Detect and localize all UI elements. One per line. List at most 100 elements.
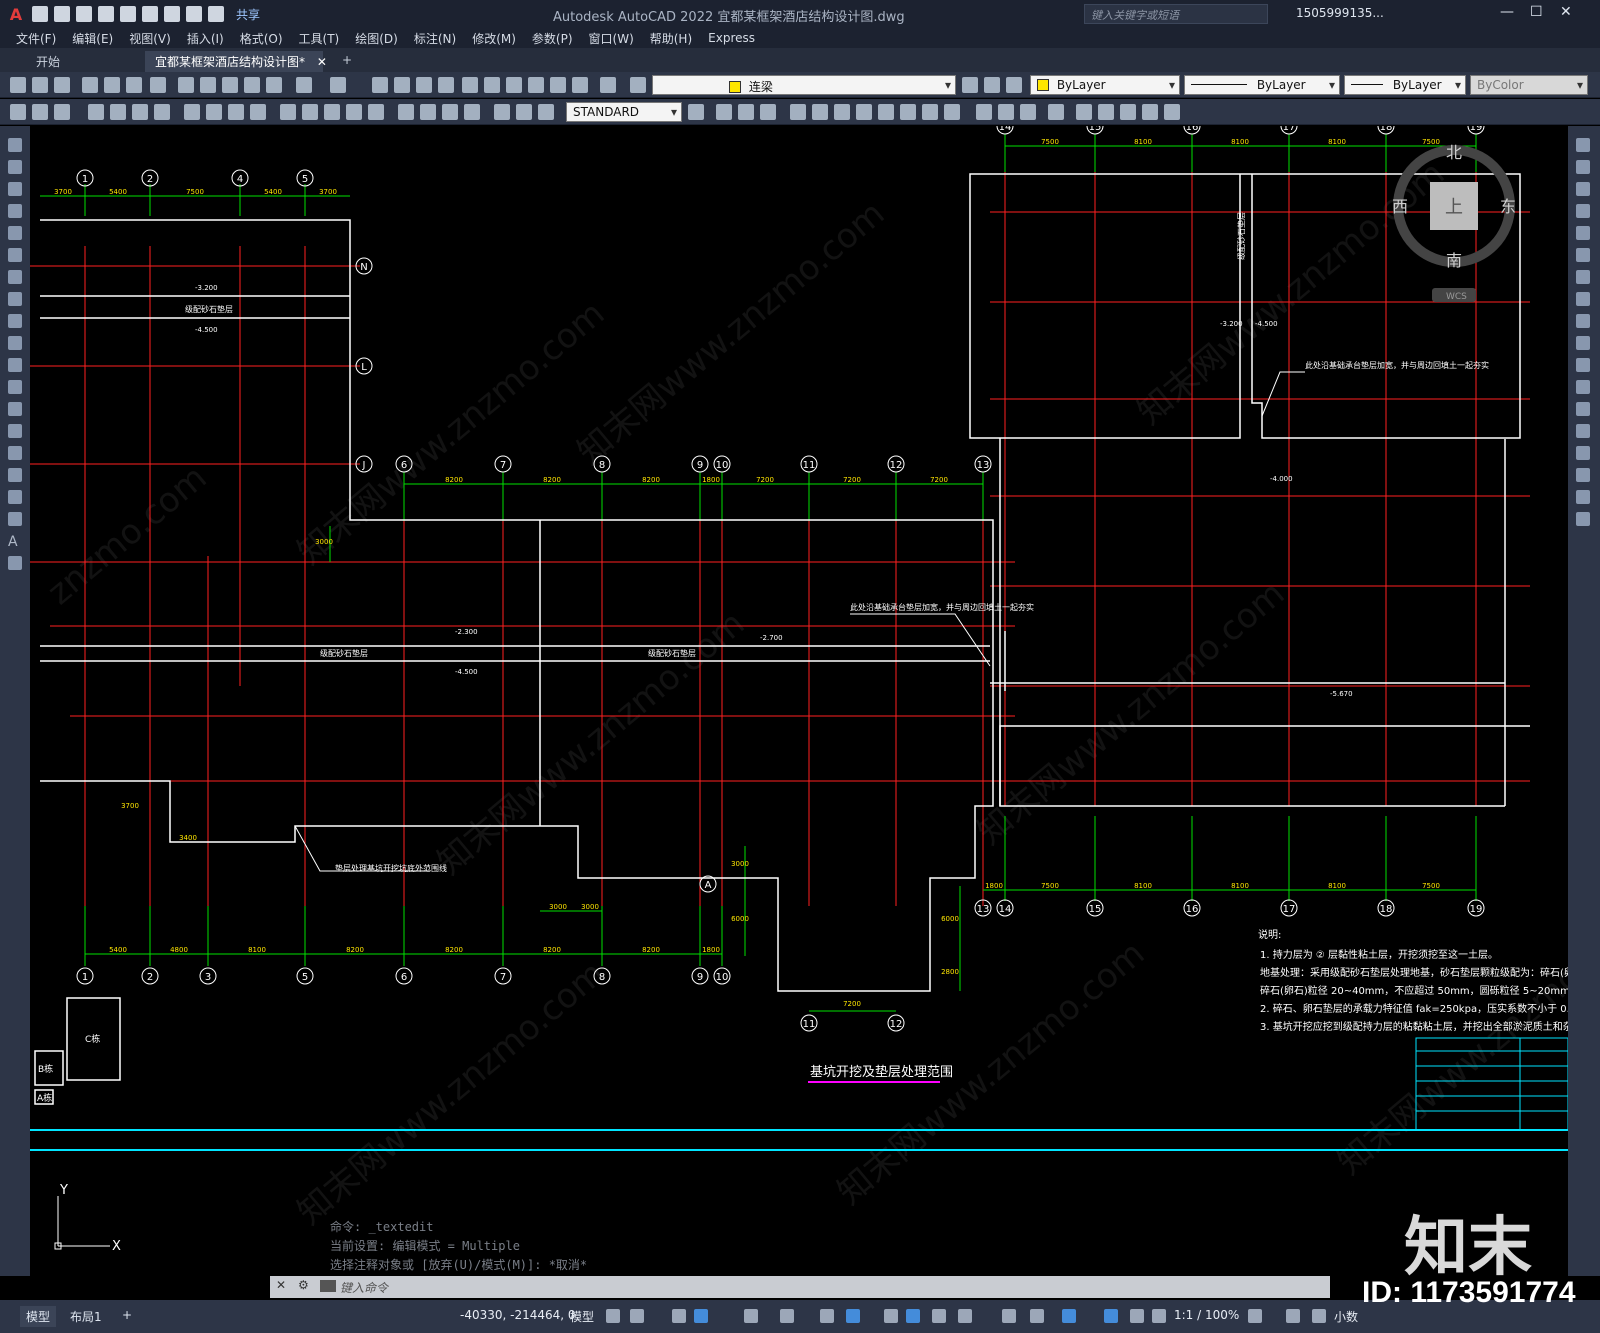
rectangle-icon[interactable]: [8, 226, 22, 240]
share-button[interactable]: 共享: [236, 6, 260, 23]
ordinate-icon[interactable]: [110, 104, 126, 120]
sweep-icon[interactable]: [834, 104, 850, 120]
match-properties-icon[interactable]: [244, 77, 260, 93]
autocad-logo-icon[interactable]: A: [6, 4, 26, 24]
dim-edit-icon[interactable]: [464, 104, 480, 120]
auto-scale-icon[interactable]: [1130, 1309, 1144, 1323]
minimize-button[interactable]: —: [1500, 4, 1514, 20]
open-icon[interactable]: [32, 77, 48, 93]
gizmo-icon[interactable]: [1030, 1309, 1044, 1323]
zoom-realtime-icon[interactable]: [394, 77, 410, 93]
cut-icon[interactable]: [178, 77, 194, 93]
diameter-icon[interactable]: [184, 104, 200, 120]
print-icon[interactable]: [82, 77, 98, 93]
array-3d-icon[interactable]: [1164, 104, 1180, 120]
menu-parametric[interactable]: 参数(P): [532, 30, 573, 47]
tool-palettes-icon[interactable]: [506, 77, 522, 93]
menu-draw[interactable]: 绘图(D): [355, 30, 398, 47]
menu-edit[interactable]: 编辑(E): [72, 30, 113, 47]
ellipse-arc-icon[interactable]: [8, 358, 22, 372]
blend-curves-icon[interactable]: [1576, 490, 1590, 504]
extrude-icon[interactable]: [790, 104, 806, 120]
baseline-icon[interactable]: [280, 104, 296, 120]
line-icon[interactable]: [8, 138, 22, 152]
calculator-icon[interactable]: [572, 77, 588, 93]
dim-style-manager-icon[interactable]: [688, 104, 704, 120]
osnap-icon[interactable]: [780, 1309, 794, 1323]
tab-layout1[interactable]: 布局1: [64, 1306, 108, 1327]
dim-text-edit-icon[interactable]: [494, 104, 510, 120]
break-icon[interactable]: [346, 104, 362, 120]
zoom-previous-icon[interactable]: [438, 77, 454, 93]
drawing-canvas[interactable]: znzmo.com 知末网www.znzmo.com 知末网www.znzmo.…: [30, 126, 1568, 1276]
circle-icon[interactable]: [8, 270, 22, 284]
triangle-icon[interactable]: [250, 104, 266, 120]
menu-tools[interactable]: 工具(T): [299, 30, 340, 47]
zoom-window-icon[interactable]: [416, 77, 432, 93]
copy-icon[interactable]: [200, 77, 216, 93]
dimstyle-dropdown[interactable]: STANDARD ▾: [566, 102, 682, 122]
menu-window[interactable]: 窗口(W): [589, 30, 634, 47]
arc-length-icon[interactable]: [88, 104, 104, 120]
make-block-icon[interactable]: [8, 402, 22, 416]
help-icon[interactable]: [600, 77, 616, 93]
close-button[interactable]: ✕: [1560, 4, 1572, 20]
make-current-icon[interactable]: [962, 77, 978, 93]
osnap-tracking-icon[interactable]: [744, 1309, 758, 1323]
units-icon[interactable]: [1312, 1309, 1326, 1323]
block-editor-icon[interactable]: [266, 77, 282, 93]
extend-icon[interactable]: [1576, 358, 1590, 372]
scale-icon[interactable]: [1576, 292, 1590, 306]
lineweight-icon[interactable]: [884, 1309, 898, 1323]
save-as-icon[interactable]: [98, 6, 114, 22]
arc-icon[interactable]: [8, 248, 22, 262]
dynamic-input-icon[interactable]: [846, 1309, 860, 1323]
3d-print-icon[interactable]: [150, 77, 166, 93]
open-web-icon[interactable]: [120, 6, 136, 22]
save-icon[interactable]: [76, 6, 92, 22]
tab-model[interactable]: 模型: [20, 1306, 57, 1327]
dim-style-icon[interactable]: [538, 104, 554, 120]
spline-icon[interactable]: [8, 314, 22, 328]
trim-icon[interactable]: [1576, 336, 1590, 350]
intersect-icon[interactable]: [944, 104, 960, 120]
paste-icon[interactable]: [222, 77, 238, 93]
stretch-icon[interactable]: [1576, 314, 1590, 328]
save-icon[interactable]: [54, 77, 70, 93]
subtract-icon[interactable]: [922, 104, 938, 120]
fillet-icon[interactable]: [1576, 468, 1590, 482]
box-icon[interactable]: [716, 104, 732, 120]
units-value[interactable]: 小数: [1334, 1308, 1358, 1325]
rotate-3d-icon[interactable]: [1098, 104, 1114, 120]
copy-object-icon[interactable]: [1576, 160, 1590, 174]
properties-icon[interactable]: [462, 77, 478, 93]
dim-update-icon[interactable]: [516, 104, 532, 120]
jogged-linear-icon[interactable]: [442, 104, 458, 120]
menu-insert[interactable]: 插入(I): [187, 30, 224, 47]
add-selected-icon[interactable]: [8, 556, 22, 570]
offset-icon[interactable]: [1576, 204, 1590, 218]
ortho-icon[interactable]: [672, 1309, 686, 1323]
menu-dimension[interactable]: 标注(N): [414, 30, 456, 47]
table-icon[interactable]: [8, 512, 22, 526]
redo-icon[interactable]: [208, 6, 224, 22]
lineweight-dropdown[interactable]: ByLayer ▾: [1344, 75, 1466, 95]
angular-icon[interactable]: [206, 104, 222, 120]
sheet-set-icon[interactable]: [528, 77, 544, 93]
mirror-icon[interactable]: [1576, 182, 1590, 196]
search-input[interactable]: 键入关键字或短语: [1084, 4, 1268, 24]
annotation-add-icon[interactable]: [1286, 1309, 1300, 1323]
layer-dropdown[interactable]: 连梁 ▾: [652, 75, 956, 95]
construction-line-icon[interactable]: [8, 160, 22, 174]
pan-icon[interactable]: [372, 77, 388, 93]
move-icon[interactable]: [1576, 248, 1590, 262]
transparency-icon[interactable]: [906, 1309, 920, 1323]
presspull-icon[interactable]: [878, 104, 894, 120]
inspect-icon[interactable]: [420, 104, 436, 120]
layer-previous-icon[interactable]: [984, 77, 1000, 93]
menu-help[interactable]: 帮助(H): [650, 30, 692, 47]
selection-cycling-icon[interactable]: [932, 1309, 946, 1323]
polar-icon[interactable]: [694, 1309, 708, 1323]
tab-drawing[interactable]: 宜都某框架酒店结构设计图* ✕: [145, 51, 327, 72]
aligned-dimension-icon[interactable]: [54, 104, 70, 120]
